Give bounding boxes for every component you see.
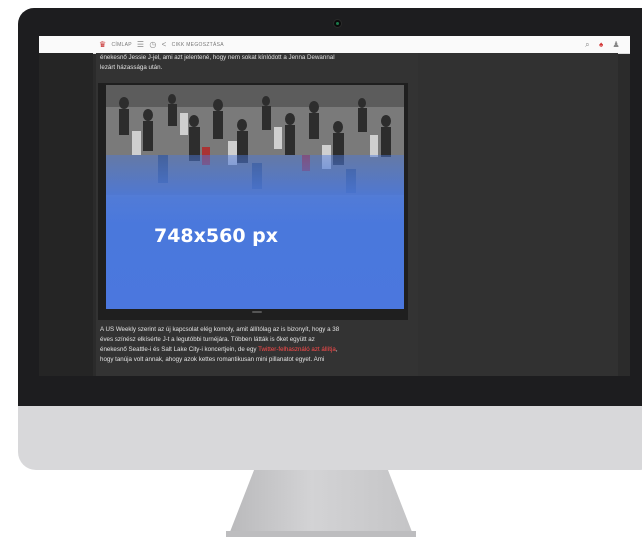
text-line: A US Weekly szerint az új kapcsolat elég…: [100, 326, 340, 333]
left-column: [39, 53, 93, 376]
right-sidebar: [418, 53, 618, 376]
monitor-stand: [228, 470, 414, 537]
brand-icon[interactable]: ♛: [99, 40, 106, 49]
top-navigation-bar: ♛ CÍMLAP ☰ ◷ < CIKK MEGOSZTÁSA ⌕ ♠ ♟: [39, 36, 630, 54]
text-line: ,: [335, 346, 338, 353]
text-line: hogy tanúja volt annak, ahogy azok kette…: [100, 356, 325, 363]
user-icon[interactable]: ♟: [613, 40, 620, 49]
image-caption-indicator: [252, 311, 262, 313]
topbar-left-group: ♛ CÍMLAP ☰ ◷ < CIKK MEGOSZTÁSA: [99, 40, 224, 49]
article-image[interactable]: 748x560 px: [106, 85, 404, 309]
screen: ♛ CÍMLAP ☰ ◷ < CIKK MEGOSZTÁSA ⌕ ♠ ♟ éne…: [39, 36, 630, 376]
monitor-stand-base: [226, 531, 416, 537]
image-size-label: 748x560 px: [153, 225, 279, 247]
monitor-chin: [18, 406, 642, 470]
article-area: énekesnő Jessie J-jel, ami azt jelentené…: [39, 53, 619, 376]
topbar-right-group: ⌕ ♠ ♟: [585, 40, 620, 49]
article-image-frame: 748x560 px: [98, 83, 408, 320]
share-icon[interactable]: <: [162, 40, 167, 49]
camera-icon: [334, 20, 341, 27]
text-line: éves színész elkísérte J-t a legutóbbi t…: [100, 336, 315, 343]
home-link[interactable]: CÍMLAP: [111, 42, 131, 48]
text-line: énekesnő Seattle-i és Salt Lake City-i k…: [100, 346, 259, 353]
menu-icon[interactable]: ☰: [137, 40, 144, 49]
article-content: énekesnő Jessie J-jel, ami azt jelentené…: [96, 53, 418, 376]
notification-icon[interactable]: ♠: [599, 40, 604, 49]
article-paragraph: énekesnő Jessie J-jel, ami azt jelentené…: [100, 53, 416, 73]
search-icon[interactable]: ⌕: [585, 40, 590, 49]
text-line: lezárt házassága után.: [100, 64, 163, 71]
text-line: énekesnő Jessie J-jel, ami azt jelentené…: [100, 54, 335, 61]
clock-icon[interactable]: ◷: [149, 40, 156, 49]
share-article-link[interactable]: CIKK MEGOSZTÁSA: [172, 42, 224, 48]
twitter-user-link[interactable]: Twitter-felhasználó azt állítja: [258, 346, 336, 353]
article-paragraph: A US Weekly szerint az új kapcsolat elég…: [100, 325, 416, 365]
